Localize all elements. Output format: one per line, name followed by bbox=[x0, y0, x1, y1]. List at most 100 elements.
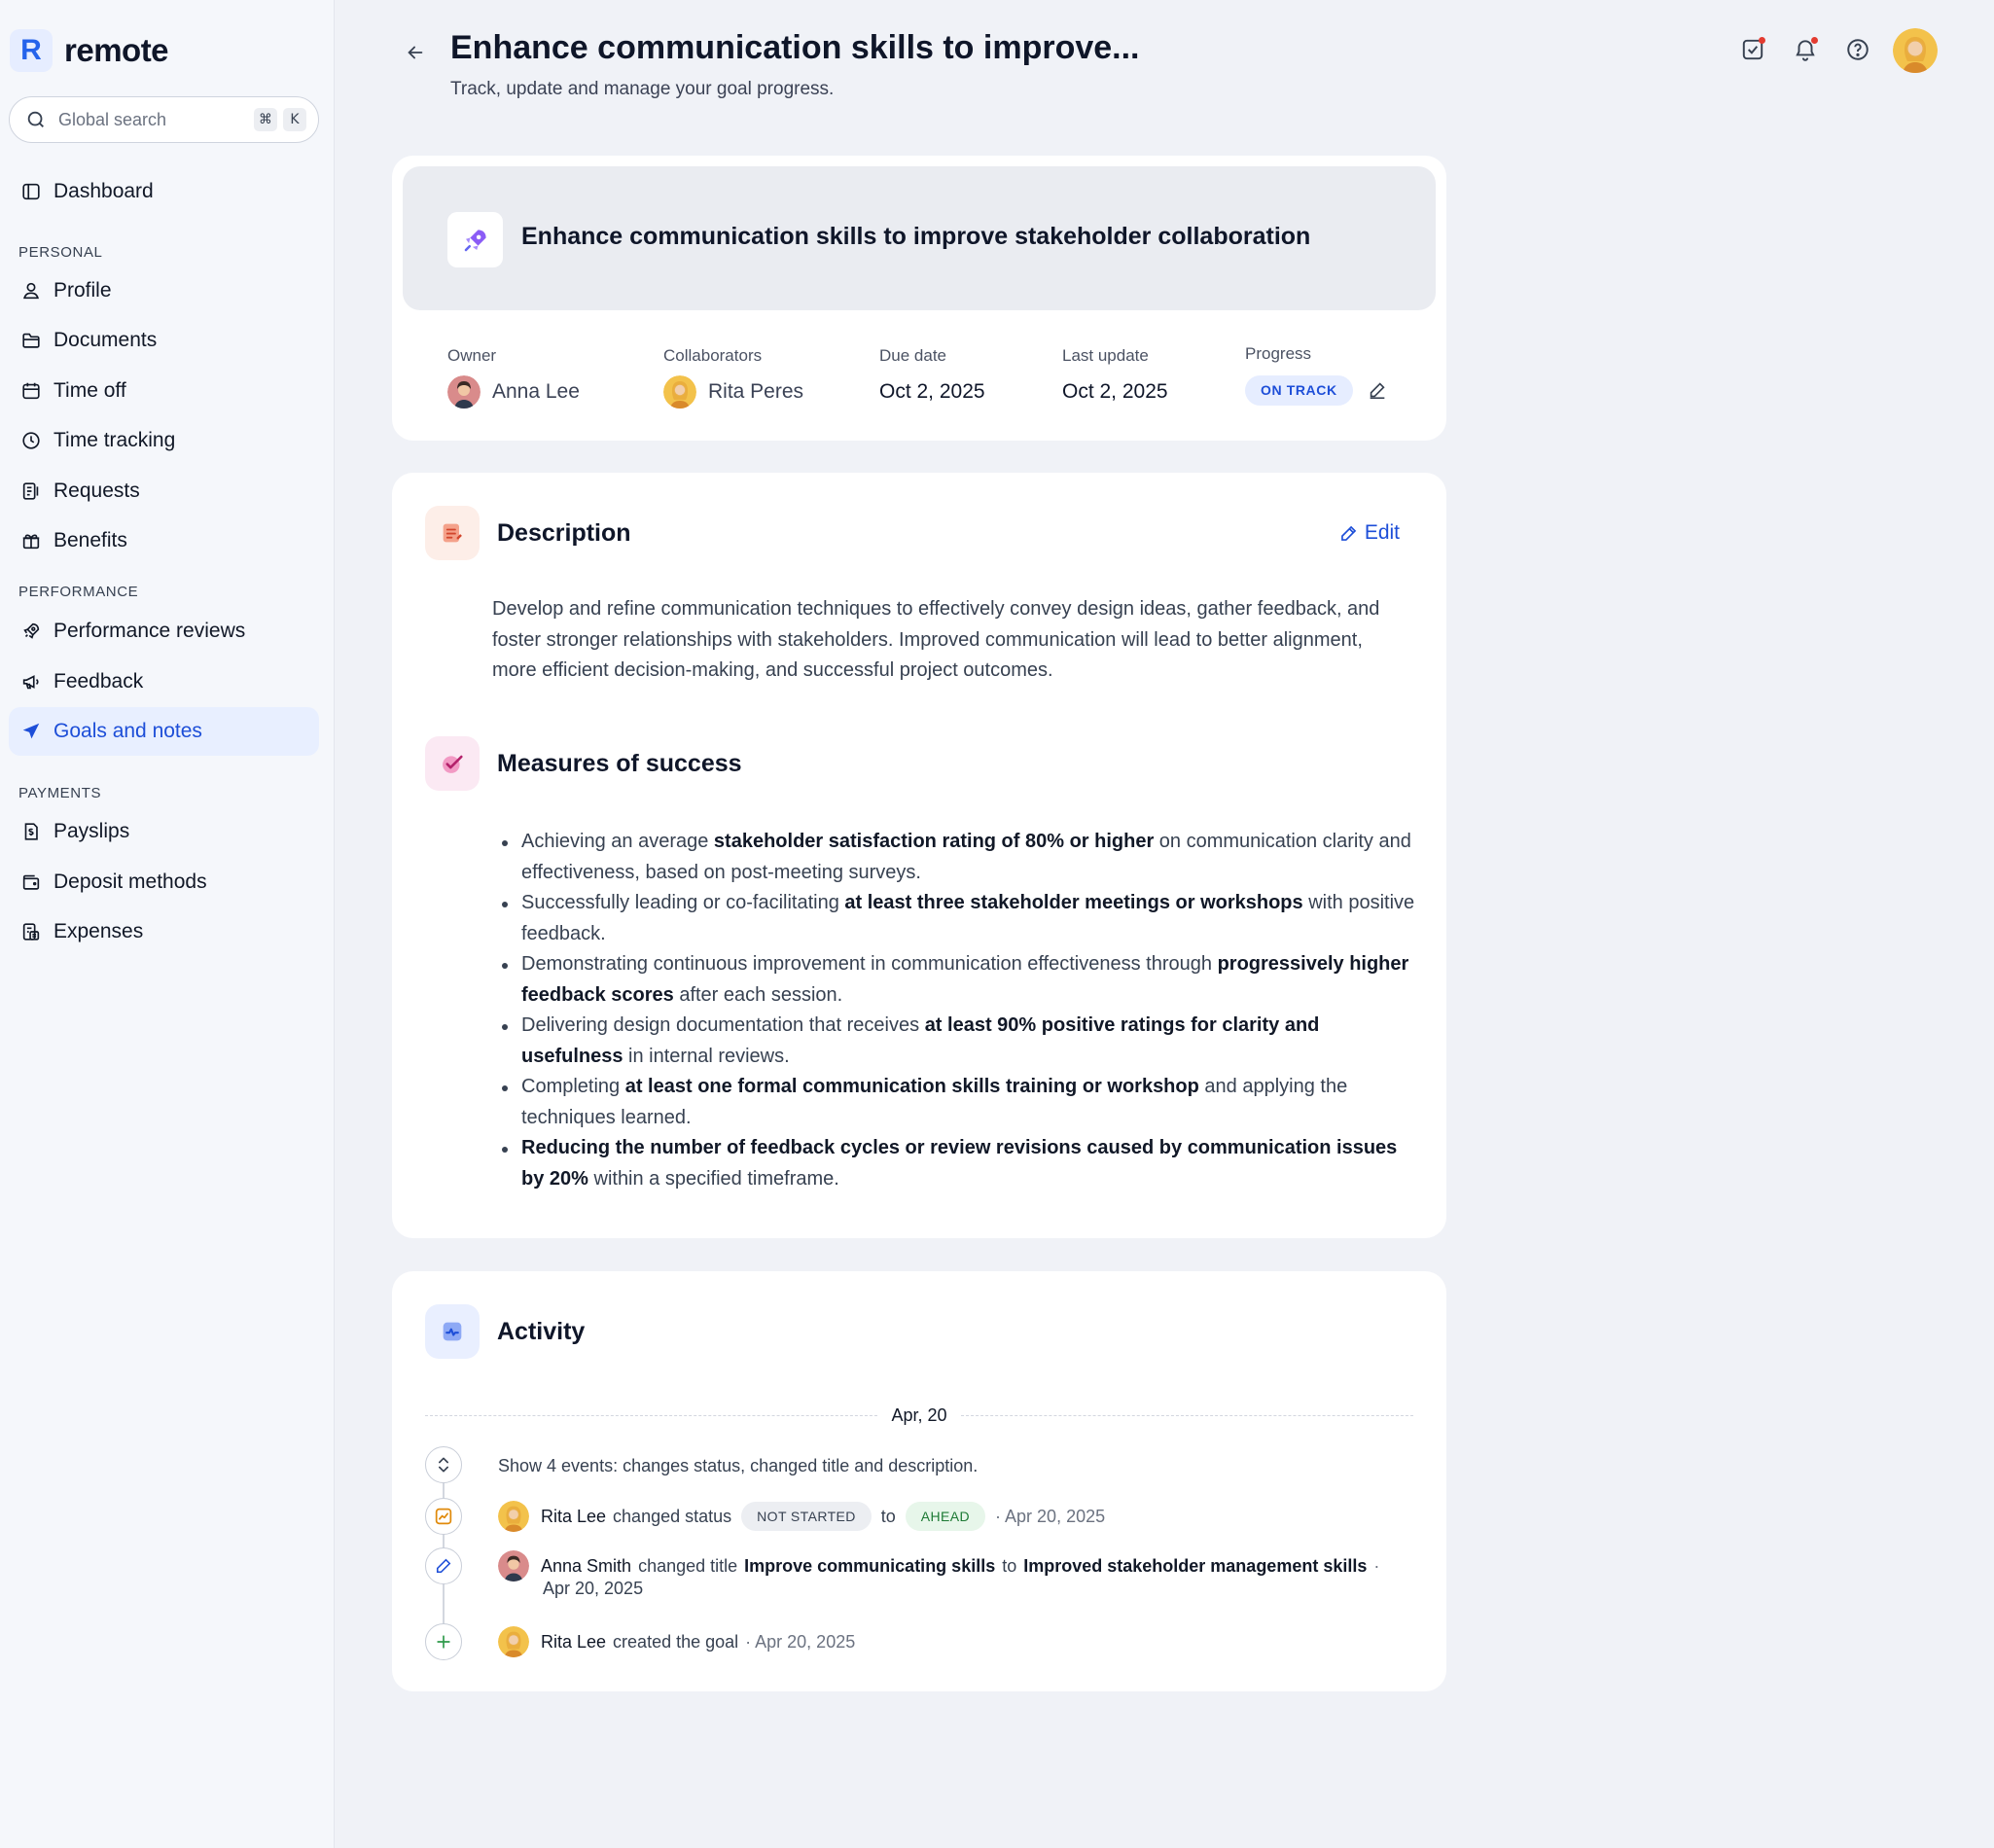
rocket-icon bbox=[23, 622, 40, 639]
last-update-value: Oct 2, 2025 bbox=[1062, 380, 1168, 403]
collaborators-field: Collaborators Rita Peres bbox=[663, 346, 803, 409]
sidebar-item-benefits[interactable]: Benefits bbox=[9, 516, 319, 565]
owner-name: Anna Lee bbox=[492, 380, 580, 403]
edit-description-button[interactable]: Edit bbox=[1338, 521, 1400, 545]
brand-logo[interactable]: R remote bbox=[10, 29, 169, 72]
sidebar-item-performance-reviews[interactable]: Performance reviews bbox=[9, 607, 319, 656]
sidebar-item-label: Profile bbox=[53, 279, 112, 302]
measure-item: Reducing the number of feedback cycles o… bbox=[492, 1133, 1421, 1194]
measure-highlight: stakeholder satisfaction rating of 80% o… bbox=[713, 831, 1155, 852]
owner-label: Owner bbox=[447, 346, 497, 365]
measures-list: Achieving an average stakeholder satisfa… bbox=[492, 827, 1421, 1194]
title-change-event-icon bbox=[425, 1547, 462, 1584]
sidebar-item-time-tracking[interactable]: Time tracking bbox=[9, 416, 319, 465]
event-to-word: to bbox=[880, 1506, 896, 1526]
status-to-badge: AHEAD bbox=[905, 1502, 986, 1531]
expand-events-button[interactable] bbox=[425, 1446, 462, 1483]
notification-dot bbox=[1759, 37, 1765, 44]
nav-section-performance: PERFORMANCE bbox=[18, 584, 139, 600]
last-update-field: Last update Oct 2, 2025 bbox=[1062, 346, 1168, 409]
clock-icon bbox=[22, 432, 40, 449]
help-button[interactable] bbox=[1843, 35, 1872, 64]
event-actor: Anna Smith bbox=[541, 1555, 632, 1576]
sidebar-item-requests[interactable]: Requests bbox=[9, 467, 319, 515]
goal-summary-card: Enhance communication skills to improve … bbox=[392, 156, 1446, 441]
status-change-event-icon bbox=[425, 1498, 462, 1535]
rita-lee-avatar bbox=[498, 1626, 529, 1657]
nav-section-payments: PAYMENTS bbox=[18, 785, 102, 801]
measure-text: Successfully leading or co-facilitating bbox=[521, 892, 845, 913]
dashboard-icon bbox=[22, 183, 40, 200]
anna-smith-avatar bbox=[498, 1550, 529, 1581]
due-date-field: Due date Oct 2, 2025 bbox=[879, 346, 985, 409]
measure-text: Demonstrating continuous improvement in … bbox=[521, 953, 1218, 975]
calendar-icon bbox=[22, 382, 40, 400]
old-title: Improve communicating skills bbox=[744, 1555, 996, 1576]
sidebar-item-feedback[interactable]: Feedback bbox=[9, 657, 319, 706]
last-update-label: Last update bbox=[1062, 346, 1149, 365]
sidebar-item-deposit-methods[interactable]: Deposit methods bbox=[9, 858, 319, 906]
requests-icon bbox=[22, 482, 39, 500]
sidebar-item-dashboard[interactable]: Dashboard bbox=[9, 167, 319, 216]
wallet-icon bbox=[22, 874, 40, 890]
event-to-word: to bbox=[1002, 1555, 1017, 1576]
sidebar-item-time-off[interactable]: Time off bbox=[9, 367, 319, 415]
help-icon bbox=[1847, 39, 1869, 60]
show-events-link[interactable]: Show 4 events: changes status, changed t… bbox=[498, 1456, 978, 1476]
global-search-input[interactable]: Global search ⌘ K bbox=[9, 96, 319, 143]
new-title: Improved stakeholder management skills bbox=[1023, 1555, 1368, 1576]
sidebar-item-goals-and-notes[interactable]: Goals and notes bbox=[9, 707, 319, 756]
owner-field: Owner Anna Lee bbox=[447, 346, 580, 409]
goal-banner: Enhance communication skills to improve … bbox=[403, 166, 1436, 310]
sidebar-item-label: Performance reviews bbox=[53, 620, 246, 642]
owner-avatar bbox=[447, 375, 481, 409]
event-action: changed status bbox=[613, 1506, 732, 1526]
remote-logo-icon: R bbox=[10, 29, 53, 72]
tasks-button[interactable] bbox=[1738, 35, 1767, 64]
sidebar-item-label: Deposit methods bbox=[53, 871, 207, 893]
sidebar-item-label: Goals and notes bbox=[53, 720, 202, 742]
activity-event-created: Rita Lee created the goal · Apr 20, 2025 bbox=[498, 1623, 855, 1660]
measures-icon bbox=[425, 736, 480, 791]
notifications-button[interactable] bbox=[1791, 35, 1820, 64]
shortcut-k-key: K bbox=[283, 108, 306, 131]
goal-title: Enhance communication skills to improve … bbox=[521, 223, 1311, 250]
expenses-icon bbox=[22, 923, 40, 941]
arrow-left-icon bbox=[408, 46, 423, 59]
measure-text: after each session. bbox=[673, 983, 843, 1006]
measure-text: Delivering design documentation that rec… bbox=[521, 1014, 925, 1036]
owner-value[interactable]: Anna Lee bbox=[447, 375, 580, 409]
collaborators-label: Collaborators bbox=[663, 346, 763, 365]
user-avatar[interactable] bbox=[1893, 28, 1938, 73]
sidebar: R remote Global search ⌘ K Dashboard PER… bbox=[0, 0, 335, 1848]
sidebar-item-expenses[interactable]: Expenses bbox=[9, 907, 319, 956]
gift-icon bbox=[22, 534, 40, 550]
plus-icon bbox=[437, 1635, 450, 1649]
shortcut-cmd-key: ⌘ bbox=[254, 108, 277, 131]
goal-rocket-icon bbox=[447, 212, 503, 267]
goal-details-card: Description Edit Develop and refine comm… bbox=[392, 473, 1446, 1238]
page-subtitle: Track, update and manage your goal progr… bbox=[450, 79, 835, 99]
edit-label: Edit bbox=[1364, 521, 1400, 544]
sidebar-item-documents[interactable]: Documents bbox=[9, 316, 319, 365]
sidebar-item-payslips[interactable]: Payslips bbox=[9, 807, 319, 856]
due-date-value: Oct 2, 2025 bbox=[879, 380, 985, 403]
progress-status-badge: ON TRACK bbox=[1245, 374, 1353, 406]
progress-field: Progress ON TRACK bbox=[1245, 344, 1388, 407]
sidebar-item-label: Documents bbox=[53, 329, 158, 351]
sidebar-item-label: Time tracking bbox=[53, 429, 176, 451]
event-actor: Rita Lee bbox=[541, 1506, 607, 1526]
back-button[interactable] bbox=[399, 36, 432, 69]
pencil-icon bbox=[1340, 525, 1357, 541]
measure-text: Achieving an average bbox=[521, 831, 714, 852]
edit-progress-button[interactable] bbox=[1367, 379, 1388, 401]
event-action: created the goal bbox=[613, 1631, 739, 1652]
folder-icon bbox=[22, 333, 40, 348]
sidebar-item-profile[interactable]: Profile bbox=[9, 267, 319, 315]
payslip-icon bbox=[24, 823, 38, 840]
sidebar-item-label: Payslips bbox=[53, 820, 130, 842]
collaborator-value[interactable]: Rita Peres bbox=[663, 375, 803, 409]
description-title: Description bbox=[497, 519, 631, 547]
user-icon bbox=[23, 282, 39, 300]
chevron-up-down-icon bbox=[439, 1457, 448, 1473]
